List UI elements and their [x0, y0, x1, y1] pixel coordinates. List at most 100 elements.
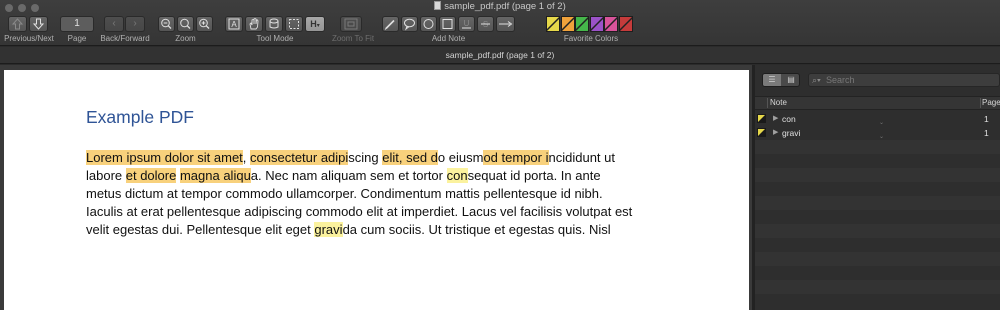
toolbar: sample_pdf.pdf (page 1 of 2) Previous/Ne…: [0, 0, 1000, 46]
window-title-text: sample_pdf.pdf (page 1 of 2): [444, 1, 566, 12]
highlight-annotation[interactable]: Lorem ipsum dolor sit amet: [86, 150, 243, 165]
table-stripe: [755, 252, 1000, 266]
disclosure-triangle-icon[interactable]: ▶: [773, 126, 778, 140]
note-color-chip: [757, 128, 766, 137]
highlight-annotation[interactable]: consectetur adipi: [250, 150, 349, 165]
highlight-annotation[interactable]: elit, sed d: [382, 150, 438, 165]
note-name: gravi: [782, 128, 801, 138]
search-input[interactable]: [826, 74, 996, 86]
highlight-annotation[interactable]: con: [446, 168, 468, 183]
pdf-text-line[interactable]: Iaculis at erat pellentesque adipiscing …: [86, 203, 706, 221]
search-icon: ⌕▾: [812, 75, 821, 85]
annotate-tool-button[interactable]: [265, 16, 283, 32]
pdf-text-run: Iaculis at erat pellentesque adipiscing …: [86, 204, 633, 219]
highlight-annotation[interactable]: od tempor i: [483, 150, 549, 165]
box-icon: [442, 19, 453, 29]
marquee-tool-button[interactable]: [285, 16, 303, 32]
note-page: 1: [984, 114, 989, 124]
add-note-label: Add Note: [431, 34, 466, 43]
document-title-bar: sample_pdf.pdf (page 1 of 2): [0, 47, 1000, 64]
page-column-header[interactable]: Page: [982, 97, 1000, 109]
next-page-button[interactable]: [29, 16, 48, 32]
notes-table: ▶ con ⌄ 1 ▶ gravi ⌄ 1: [755, 112, 1000, 310]
favorite-color-swatch[interactable]: [575, 16, 589, 32]
pdf-body-text[interactable]: Lorem ipsum dolor sit amet, consectetur …: [86, 149, 706, 239]
zoom-actual-size-button[interactable]: [177, 16, 194, 32]
highlight-annotation[interactable]: et dolore: [125, 168, 177, 183]
add-box-note-button[interactable]: [439, 16, 456, 32]
pdf-text-line[interactable]: velit egestas dui. Pellentesque elit ege…: [86, 221, 706, 239]
add-pen-note-button[interactable]: [382, 16, 399, 32]
disclosure-triangle-icon[interactable]: ▶: [773, 112, 778, 126]
column-divider: [980, 98, 981, 108]
pdf-text-run: scing: [348, 150, 383, 165]
favorite-color-swatch[interactable]: [589, 16, 604, 32]
circle-icon: [423, 19, 434, 29]
previous-page-button[interactable]: [8, 16, 27, 32]
zoom-in-button[interactable]: [196, 16, 213, 32]
marquee-icon: [289, 19, 299, 29]
add-underline-note-button[interactable]: U: [458, 16, 475, 32]
underline-icon: U: [462, 19, 471, 29]
favorite-color-swatch[interactable]: [604, 16, 618, 32]
highlight-tool-button[interactable]: H▾: [305, 16, 325, 32]
add-line-note-button[interactable]: [496, 16, 515, 32]
zoom-to-fit-button[interactable]: [340, 16, 362, 32]
annotate-icon: [269, 18, 279, 29]
chevron-right-icon: ›: [133, 18, 137, 29]
text-select-icon: A: [228, 18, 240, 30]
pdf-text-run: o eiusm: [437, 150, 484, 165]
chevron-left-icon: ‹: [112, 18, 116, 29]
table-stripe: [755, 140, 1000, 154]
hand-tool-button[interactable]: [245, 16, 263, 32]
page-number-field[interactable]: 1: [60, 16, 94, 32]
notes-search-field[interactable]: ⌕▾: [808, 73, 1000, 87]
arrow-line-icon: [499, 21, 513, 27]
table-stripe: [755, 168, 1000, 182]
window-title: sample_pdf.pdf (page 1 of 2): [0, 1, 1000, 13]
table-stripe: [755, 196, 1000, 210]
previous-next-label: Previous/Next: [4, 34, 54, 43]
back-button[interactable]: ‹: [104, 16, 124, 32]
add-circle-note-button[interactable]: [420, 16, 437, 32]
highlight-annotation[interactable]: gravi: [314, 222, 343, 237]
zoom-out-icon: [161, 18, 172, 29]
notes-table-header: Note Page: [755, 96, 1000, 110]
svg-text:U: U: [464, 19, 470, 28]
speech-bubble-icon: [404, 18, 415, 31]
forward-button[interactable]: ›: [125, 16, 145, 32]
text-tool-button[interactable]: A: [225, 16, 243, 32]
pdf-text-line[interactable]: Lorem ipsum dolor sit amet, consectetur …: [86, 149, 706, 167]
notes-view-switch[interactable]: ☰ ▤: [762, 73, 800, 87]
pdf-text-run: velit egestas dui. Pellentesque elit ege…: [86, 222, 315, 237]
add-strikethrough-note-button[interactable]: S: [477, 16, 494, 32]
notes-pane: ☰ ▤ ⌕▾ Note Page ▶con⌄1▶ gravi ⌄ 1: [755, 65, 1000, 310]
note-column-header[interactable]: Note: [770, 97, 787, 109]
row-resize-handle[interactable]: ⌄: [879, 134, 884, 140]
highlight-annotation[interactable]: magna aliqu: [179, 168, 251, 183]
svg-text:A: A: [231, 20, 237, 29]
strikethrough-icon: S: [481, 20, 490, 29]
arrow-down-icon: [32, 18, 45, 30]
favorite-colors-label: Favorite Colors: [563, 34, 619, 43]
zoom-to-fit-icon: [344, 18, 358, 30]
page-label: Page: [67, 34, 87, 43]
list-view-icon[interactable]: ▤: [782, 74, 799, 86]
pdf-text-run: ncididunt ut: [548, 150, 616, 165]
hand-icon: [249, 17, 259, 30]
skim-window: sample_pdf.pdf (page 1 of 2) Previous/Ne…: [0, 0, 1000, 310]
add-text-note-button[interactable]: [401, 16, 418, 32]
zoom-out-button[interactable]: [158, 16, 175, 32]
favorite-color-swatch[interactable]: [546, 16, 560, 32]
favorite-color-swatch[interactable]: [618, 16, 633, 32]
pdf-text-line[interactable]: labore et dolore magna aliqua. Nec nam a…: [86, 167, 706, 185]
pdf-text-line[interactable]: metus dictum at tempor commodo ullamcorp…: [86, 185, 706, 203]
column-divider: [767, 98, 768, 108]
table-row[interactable]: ▶ gravi ⌄ 1: [755, 126, 1000, 140]
zoom-label: Zoom: [175, 34, 196, 43]
favorite-color-swatch[interactable]: [560, 16, 575, 32]
zoom-to-fit-label: Zoom To Fit: [331, 34, 375, 43]
chevron-down-icon: ▾: [316, 23, 320, 29]
table-row[interactable]: ▶ con ⌄ 1: [755, 112, 1000, 126]
outline-view-icon[interactable]: ☰: [763, 74, 781, 86]
